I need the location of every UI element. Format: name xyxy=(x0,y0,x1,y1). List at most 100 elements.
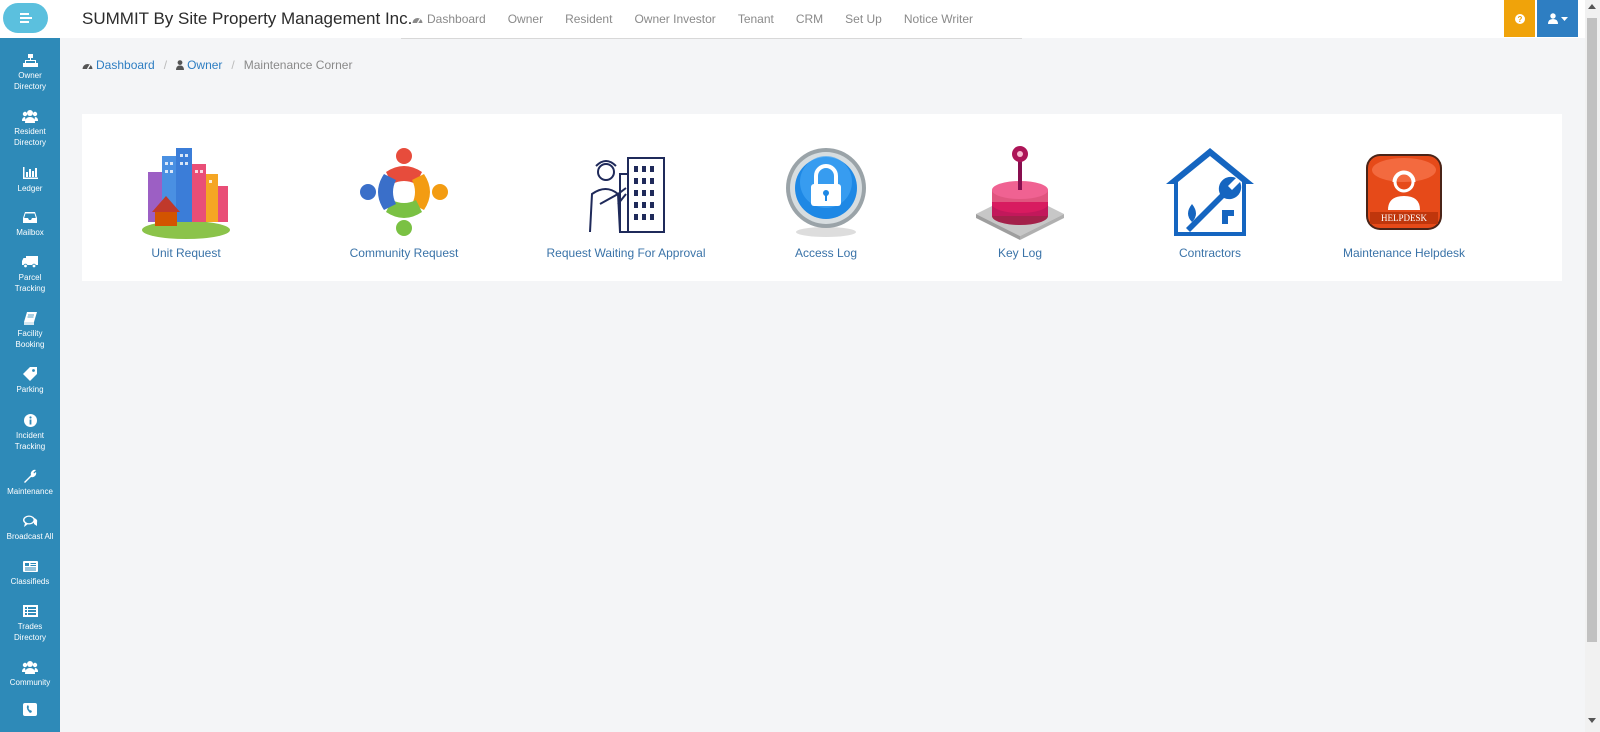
truck-icon xyxy=(22,254,38,270)
group-icon xyxy=(22,659,38,675)
sidebar-item-label: Classifieds xyxy=(10,577,50,586)
sitemap-icon xyxy=(22,52,38,68)
tile-key-log[interactable]: Key Log xyxy=(970,114,1070,281)
breadcrumb-separator: / xyxy=(163,58,168,72)
worker-building-icon xyxy=(576,139,676,244)
sidebar-item-label: Mailbox xyxy=(16,228,44,237)
sidebar-item-incident-tracking[interactable]: Incident Tracking xyxy=(0,399,60,455)
sidebar-item-trades-directory[interactable]: Trades Directory xyxy=(0,590,60,646)
tile-contractors[interactable]: Contractors xyxy=(1160,114,1260,281)
sidebar-item-parcel-tracking[interactable]: Parcel Tracking xyxy=(0,241,60,297)
tile-unit-request[interactable]: Unit Request xyxy=(136,114,236,281)
sidebar-item-label: Parking xyxy=(16,385,44,394)
sidebar-item-owner-directory[interactable]: Owner Directory xyxy=(0,38,60,94)
nav-owner[interactable]: Owner xyxy=(508,12,543,26)
sidebar-item-label: Parcel Tracking xyxy=(14,273,46,293)
comments-icon xyxy=(22,513,38,529)
tile-label: Key Log xyxy=(997,246,1043,260)
top-bar: SUMMIT By Site Property Management Inc. … xyxy=(0,0,1585,39)
nav-label: Notice Writer xyxy=(903,12,973,26)
bar-chart-icon xyxy=(22,165,38,181)
sidebar-item-label: Broadcast All xyxy=(6,532,54,541)
city-buildings-icon xyxy=(136,139,236,244)
nav-label: Owner Investor xyxy=(634,12,716,26)
nav-owner-investor[interactable]: Owner Investor xyxy=(634,12,715,26)
caret-down-icon xyxy=(1560,16,1568,21)
house-wrench-icon xyxy=(1160,139,1260,244)
nav-tenant[interactable]: Tenant xyxy=(738,12,774,26)
sidebar-item-label: Community xyxy=(9,678,51,687)
user-icon xyxy=(176,60,185,70)
top-nav: Dashboard Owner Resident Owner Investor … xyxy=(401,0,1022,39)
tile-label: Maintenance Helpdesk xyxy=(1342,246,1466,260)
sidebar-item-label: Ledger xyxy=(17,184,43,193)
breadcrumb-dashboard-link[interactable]: Dashboard xyxy=(82,58,155,72)
tag-icon xyxy=(22,366,38,382)
scrollbar-thumb[interactable] xyxy=(1587,18,1597,642)
sidebar-item-label: Maintenance xyxy=(7,487,53,496)
tile-label: Community Request xyxy=(349,246,459,260)
sidebar-item-parking[interactable]: Parking xyxy=(0,353,60,399)
sidebar-item-label: Owner Directory xyxy=(13,71,46,91)
inbox-icon xyxy=(22,209,38,225)
breadcrumb-separator: / xyxy=(231,58,235,72)
nav-dashboard[interactable]: Dashboard xyxy=(412,12,486,26)
maintenance-tiles-panel: Unit Request Community Request Request W… xyxy=(82,114,1562,281)
tile-access-log[interactable]: Access Log xyxy=(776,114,876,281)
tile-community-request[interactable]: Community Request xyxy=(350,114,458,281)
menu-icon xyxy=(19,13,32,23)
breadcrumb-current: Maintenance Corner xyxy=(243,58,353,72)
nav-crm[interactable]: CRM xyxy=(796,12,823,26)
sidebar-item-mailbox[interactable]: Mailbox xyxy=(0,196,60,241)
nav-label: Dashboard xyxy=(427,12,486,26)
nav-resident[interactable]: Resident xyxy=(565,12,612,26)
phone-icon xyxy=(22,701,38,717)
sidebar: Owner Directory Resident Directory Ledge… xyxy=(0,38,60,732)
user-menu-button[interactable] xyxy=(1537,0,1578,37)
breadcrumb-owner-link[interactable]: Owner xyxy=(176,58,222,72)
key-database-icon xyxy=(970,139,1070,244)
vertical-scrollbar[interactable] xyxy=(1585,0,1600,732)
sidebar-item-maintenance[interactable]: Maintenance xyxy=(0,455,60,500)
sidebar-item-label: Facility Booking xyxy=(15,329,45,349)
nav-label: Resident xyxy=(565,12,613,26)
tile-request-waiting-for-approval[interactable]: Request Waiting For Approval xyxy=(547,114,705,281)
sidebar-item-phone[interactable] xyxy=(0,691,60,721)
sidebar-toggle-button[interactable] xyxy=(3,3,48,33)
wrench-icon xyxy=(22,468,38,484)
scroll-up-arrow-icon[interactable] xyxy=(1588,4,1596,9)
sidebar-item-label: Trades Directory xyxy=(13,622,46,642)
help-button[interactable]: ? xyxy=(1504,0,1535,37)
app-title: SUMMIT By Site Property Management Inc. xyxy=(82,9,413,28)
scroll-down-arrow-icon[interactable] xyxy=(1588,718,1596,723)
sidebar-item-community[interactable]: Community xyxy=(0,646,60,691)
list-icon xyxy=(22,603,38,619)
newspaper-icon xyxy=(22,558,38,574)
users-icon xyxy=(22,108,38,124)
nav-set-up[interactable]: Set Up xyxy=(845,12,882,26)
sidebar-item-classifieds[interactable]: Classifieds xyxy=(0,545,60,590)
sidebar-item-ledger[interactable]: Ledger xyxy=(0,151,60,196)
helpdesk-badge-text: HELPDESK xyxy=(1381,213,1428,223)
nav-label: Set Up xyxy=(845,12,882,26)
nav-label: Tenant xyxy=(737,12,774,26)
nav-label: CRM xyxy=(795,12,824,26)
sidebar-item-broadcast-all[interactable]: Broadcast All xyxy=(0,500,60,545)
sidebar-item-label: Incident Tracking xyxy=(14,431,46,451)
nav-notice-writer[interactable]: Notice Writer xyxy=(904,12,973,26)
breadcrumb-label: Owner xyxy=(187,58,223,72)
dashboard-icon xyxy=(412,17,423,23)
nav-label: Owner xyxy=(507,12,544,26)
tile-maintenance-helpdesk[interactable]: HELPDESK Maintenance Helpdesk xyxy=(1342,114,1466,281)
question-icon: ? xyxy=(1514,13,1525,24)
sidebar-item-facility-booking[interactable]: Facility Booking xyxy=(0,297,60,353)
info-icon xyxy=(22,412,38,428)
breadcrumb-label: Dashboard xyxy=(96,58,155,72)
helpdesk-icon: HELPDESK xyxy=(1354,139,1454,244)
community-people-icon xyxy=(354,139,454,244)
sidebar-item-resident-directory[interactable]: Resident Directory xyxy=(0,94,60,151)
padlock-icon xyxy=(776,139,876,244)
dashboard-icon xyxy=(82,63,93,69)
tile-label: Access Log xyxy=(794,246,858,260)
tile-label: Contractors xyxy=(1178,246,1242,260)
